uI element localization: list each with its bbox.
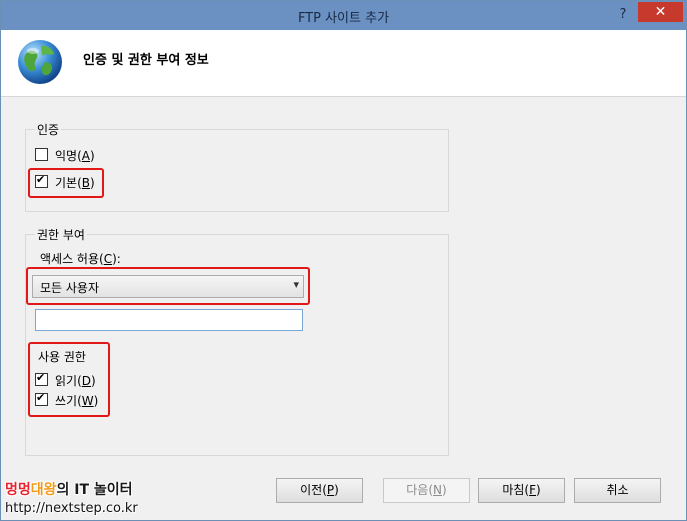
prev-text: 이전: [300, 483, 323, 497]
prev-button[interactable]: 이전(P): [276, 478, 363, 503]
access-label-text: 액세스 허용: [40, 252, 100, 266]
access-select[interactable]: 모든 사용자 ▾: [32, 275, 304, 298]
next-button[interactable]: 다음(N): [383, 478, 470, 503]
access-users-input[interactable]: [35, 309, 303, 331]
watermark-url: http://nextstep.co.kr: [5, 501, 138, 516]
finish-button[interactable]: 마침(F): [478, 478, 565, 503]
finish-text: 마침: [502, 483, 525, 497]
page-title: 인증 및 권한 부여 정보: [83, 53, 209, 68]
basic-checkbox[interactable]: [35, 173, 48, 188]
access-accesskey: C: [103, 252, 113, 266]
next-accesskey: N: [433, 483, 443, 497]
ftp-add-site-dialog: FTP 사이트 추가 ? ✕ 인증 및 권한 부여 정보 인증 익명(A) ✔ …: [0, 0, 687, 521]
window-title: FTP 사이트 추가: [297, 11, 390, 26]
help-button[interactable]: ?: [613, 5, 633, 25]
read-checkbox[interactable]: [35, 371, 48, 386]
close-button[interactable]: ✕: [638, 2, 683, 22]
basic-text: 기본: [55, 176, 78, 190]
read-accesskey: D: [81, 374, 92, 388]
watermark-title: 멍멍대왕의 IT 놀이터: [5, 479, 133, 499]
write-checkbox[interactable]: [35, 391, 48, 406]
prev-accesskey: P: [326, 483, 335, 497]
access-label: 액세스 허용(C):: [40, 252, 121, 266]
auth-group-label: 인증: [35, 121, 62, 138]
basic-accesskey: B: [81, 176, 91, 190]
access-label-suffix: :: [116, 252, 121, 266]
watermark-part1: 멍멍: [5, 482, 31, 498]
read-label[interactable]: 읽기(D): [55, 372, 96, 389]
anonymous-text: 익명: [55, 149, 78, 163]
watermark-part2: 대왕: [30, 482, 57, 498]
wizard-header: 인증 및 권한 부여 정보: [1, 30, 686, 97]
write-label[interactable]: 쓰기(W): [55, 392, 98, 409]
write-text: 쓰기: [55, 394, 78, 408]
globe-icon: [15, 37, 65, 91]
cancel-button[interactable]: 취소: [574, 478, 661, 503]
chevron-down-icon[interactable]: ▾: [293, 278, 299, 291]
write-accesskey: W: [81, 394, 94, 408]
authorization-group-label: 권한 부여: [35, 226, 87, 243]
anonymous-label[interactable]: 익명(A): [55, 147, 95, 164]
permissions-label: 사용 권한: [38, 350, 86, 364]
watermark-part3: 의 IT 놀이터: [56, 482, 133, 498]
title-bar[interactable]: FTP 사이트 추가 ? ✕: [1, 1, 686, 30]
read-text: 읽기: [55, 374, 78, 388]
finish-accesskey: F: [529, 483, 536, 497]
basic-label[interactable]: 기본(B): [55, 174, 95, 191]
next-text: 다음: [406, 483, 429, 497]
anonymous-accesskey: A: [81, 149, 90, 163]
anonymous-checkbox[interactable]: [35, 148, 48, 161]
access-selected-value: 모든 사용자: [40, 281, 100, 295]
